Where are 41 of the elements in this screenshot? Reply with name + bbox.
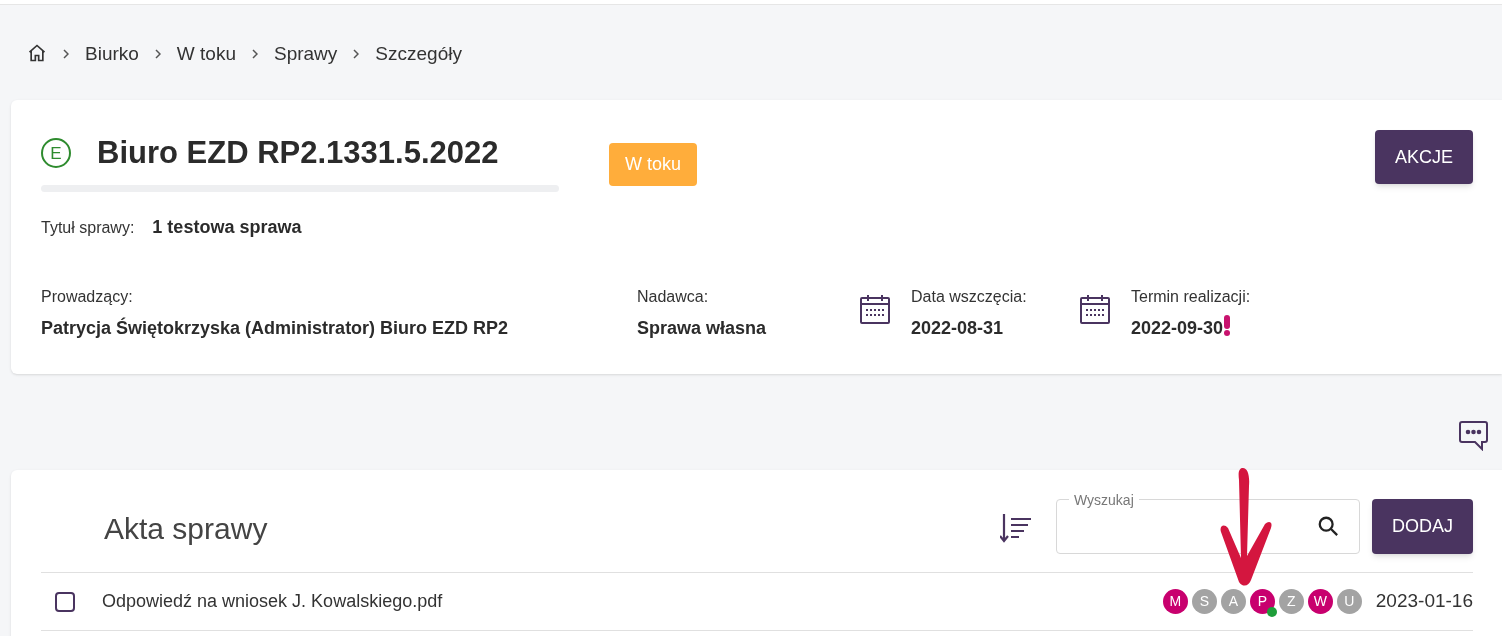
add-button[interactable]: DODAJ	[1372, 498, 1473, 554]
field-label: Prowadzący:	[41, 286, 134, 307]
field-label: Tytuł sprawy:	[41, 217, 135, 238]
flag-badge: M	[1162, 589, 1188, 614]
field-label: Termin realizacji:	[1131, 286, 1251, 307]
chevron-icon	[154, 49, 161, 59]
flag-badge: P	[1249, 589, 1275, 614]
overdue-icon	[1223, 314, 1232, 337]
flag-badge: S	[1191, 589, 1217, 614]
electronic-badge: E	[41, 138, 71, 169]
field-value: 2022-09-30	[1131, 316, 1224, 340]
chevron-icon	[63, 49, 69, 59]
breadcrumb-link[interactable]: Sprawy	[274, 40, 338, 69]
chat-icon[interactable]	[1458, 420, 1489, 451]
search-icon[interactable]	[1317, 515, 1339, 537]
row-checkbox[interactable]	[55, 591, 75, 612]
file-date: 2023-01-16	[1375, 589, 1473, 614]
flag-badge: U	[1336, 589, 1362, 614]
chevron-icon	[353, 49, 360, 59]
field-value: 2022-08-31	[911, 316, 1004, 340]
home-icon[interactable]	[27, 43, 47, 63]
breadcrumb-link[interactable]: Szczegóły	[375, 40, 462, 69]
file-name[interactable]: Odpowiedź na wniosek J. Kowalskiego.pdf	[102, 588, 443, 615]
field-value: Patrycja Świętokrzyska (Administrator) Biuro EZD RP2	[41, 316, 509, 340]
case-number: Biuro EZD RP2.1331.5.2022	[97, 134, 499, 172]
flag-badge: W	[1307, 589, 1333, 614]
field-label: Data wszczęcia:	[911, 286, 1027, 307]
field-label: Nadawca:	[637, 286, 710, 307]
breadcrumb-link[interactable]: Biurko	[85, 40, 139, 69]
breadcrumb-link[interactable]: W toku	[176, 40, 236, 69]
field-value: 1 testowa sprawa	[152, 215, 302, 239]
calendar-icon	[1079, 292, 1111, 325]
calendar-icon	[859, 292, 891, 325]
sort-icon[interactable]	[1000, 512, 1032, 544]
flag-badge: Z	[1278, 589, 1304, 614]
actions-button[interactable]: AKCJE	[1374, 130, 1473, 184]
flag-badge: A	[1220, 589, 1246, 614]
status-badge: W toku	[609, 143, 697, 186]
section-title: Akta sprawy	[104, 510, 268, 547]
field-value: Sprawa własna	[637, 316, 767, 340]
chevron-icon	[252, 49, 258, 59]
